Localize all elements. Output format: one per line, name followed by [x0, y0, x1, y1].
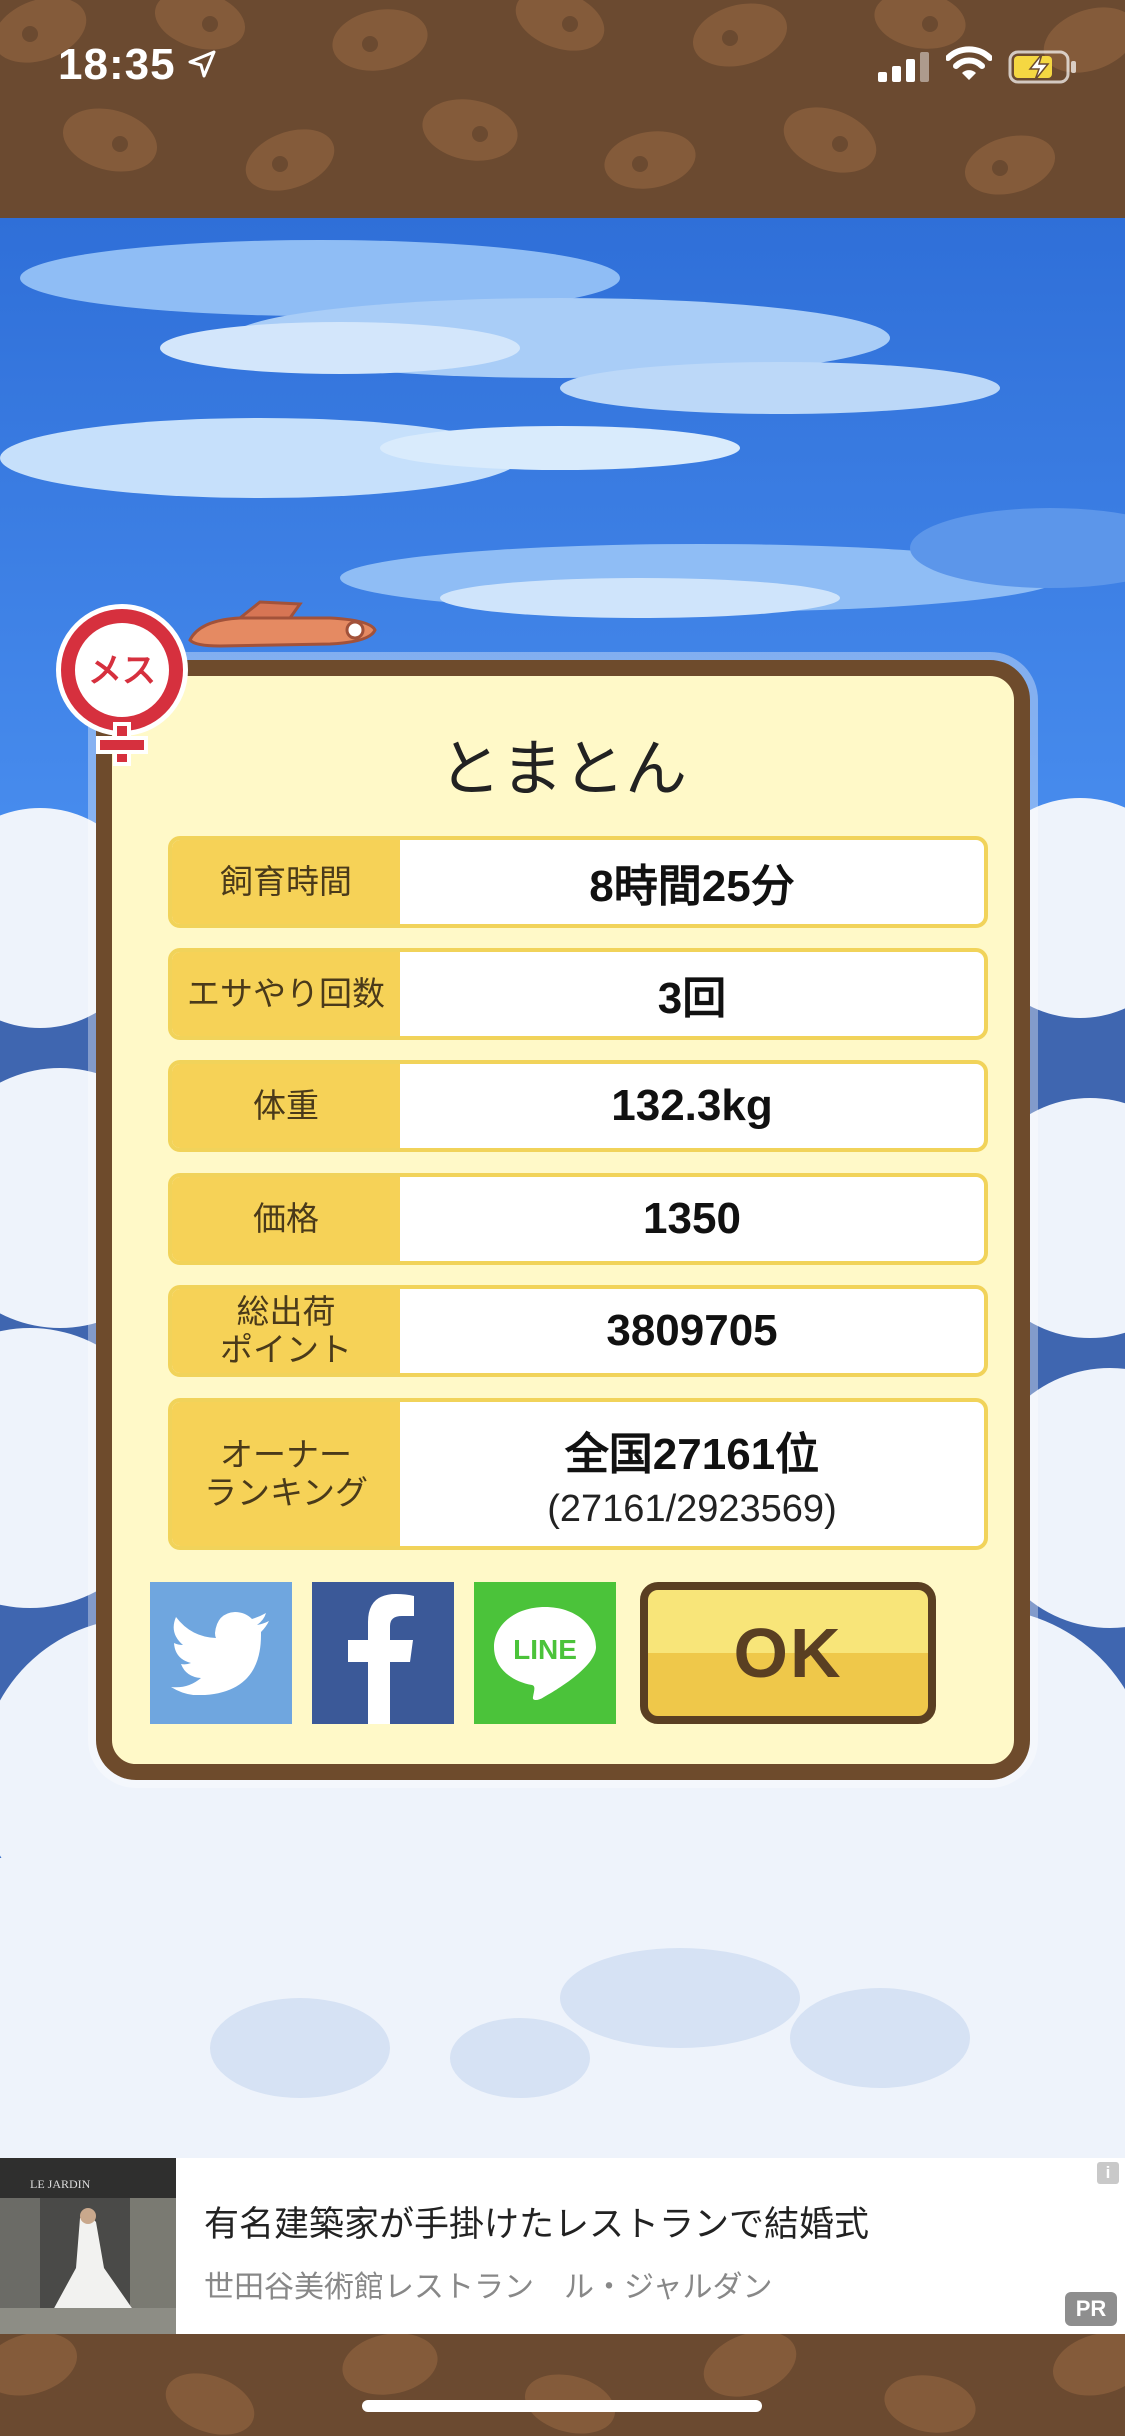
stat-label: 体重 — [172, 1064, 400, 1148]
ad-info-icon[interactable]: i — [1097, 2162, 1119, 2184]
pig-profile-dialog: とまとん 飼育時間 8時間25分 エサやり回数 3回 体重 132.3kg 価格… — [96, 660, 1030, 1780]
status-time: 18:35 — [58, 40, 176, 89]
cellular-signal-icon — [878, 52, 929, 82]
ok-button[interactable]: OK — [640, 1582, 936, 1724]
twitter-share-button[interactable] — [150, 1582, 292, 1724]
battery-charging-icon — [1008, 50, 1076, 84]
stat-row-feed-count: エサやり回数 3回 — [168, 948, 988, 1040]
bottom-pattern-band — [0, 2334, 1125, 2436]
ad-image-label: LE JARDIN — [30, 2177, 91, 2191]
bean-pattern-bottom — [0, 2334, 1125, 2435]
ad-thumbnail[interactable]: LE JARDIN — [0, 2158, 176, 2334]
stat-value: 3回 — [657, 974, 727, 1023]
female-gender-icon: メス — [56, 604, 188, 766]
stat-label: 飼育時間 — [172, 840, 400, 924]
pig-name: とまとん — [438, 732, 687, 805]
stat-row-price: 価格 1350 — [168, 1173, 988, 1265]
ad-title[interactable]: 有名建築家が手掛けたレストランで結婚式 — [204, 2196, 869, 2247]
line-label: LINE — [513, 1634, 577, 1665]
location-arrow-icon — [188, 50, 216, 78]
twitter-bird-icon — [171, 1612, 269, 1695]
airplane-icon — [188, 600, 377, 648]
ranking-detail: (27161/2923569) — [547, 1487, 837, 1530]
gender-badge-label: メス — [88, 651, 156, 691]
wifi-icon — [946, 46, 992, 80]
stat-row-owner-ranking: オーナー ランキング 全国27161位 (27161/2923569) — [168, 1398, 988, 1550]
facebook-share-button[interactable] — [312, 1582, 454, 1724]
line-share-button[interactable]: LINE — [474, 1582, 616, 1724]
home-indicator[interactable] — [362, 2400, 762, 2412]
stat-value: 8時間25分 — [589, 862, 795, 911]
ad-banner[interactable]: LE JARDIN 有名建築家が手掛けたレストランで結婚式 世田谷美術館レストラ… — [0, 2158, 1125, 2334]
status-bar: 18:35 — [0, 0, 1125, 140]
stat-label: 価格 — [172, 1177, 400, 1261]
stat-label: エサやり回数 — [172, 952, 400, 1036]
stat-row-shipment-points: 総出荷 ポイント 3809705 — [168, 1285, 988, 1377]
stat-value-ranking: 全国27161位 (27161/2923569) — [400, 1402, 984, 1546]
stat-value: 132.3kg — [611, 1081, 773, 1130]
stat-label: オーナー ランキング — [172, 1402, 400, 1546]
facebook-f-icon — [348, 1594, 414, 1724]
line-logo-icon: LINE — [494, 1607, 596, 1700]
stat-value: 3809705 — [606, 1306, 778, 1355]
stat-value: 1350 — [643, 1194, 741, 1243]
stat-row-weight: 体重 132.3kg — [168, 1060, 988, 1152]
wedding-photo-image: LE JARDIN — [0, 2158, 176, 2334]
ranking-value: 全国27161位 — [564, 1429, 820, 1479]
stat-row-breeding-time: 飼育時間 8時間25分 — [168, 836, 988, 928]
ad-pr-badge: PR — [1065, 2292, 1117, 2326]
ad-subtitle[interactable]: 世田谷美術館レストラン ル・ジャルダン — [204, 2262, 773, 2306]
stat-label: 総出荷 ポイント — [172, 1289, 400, 1373]
